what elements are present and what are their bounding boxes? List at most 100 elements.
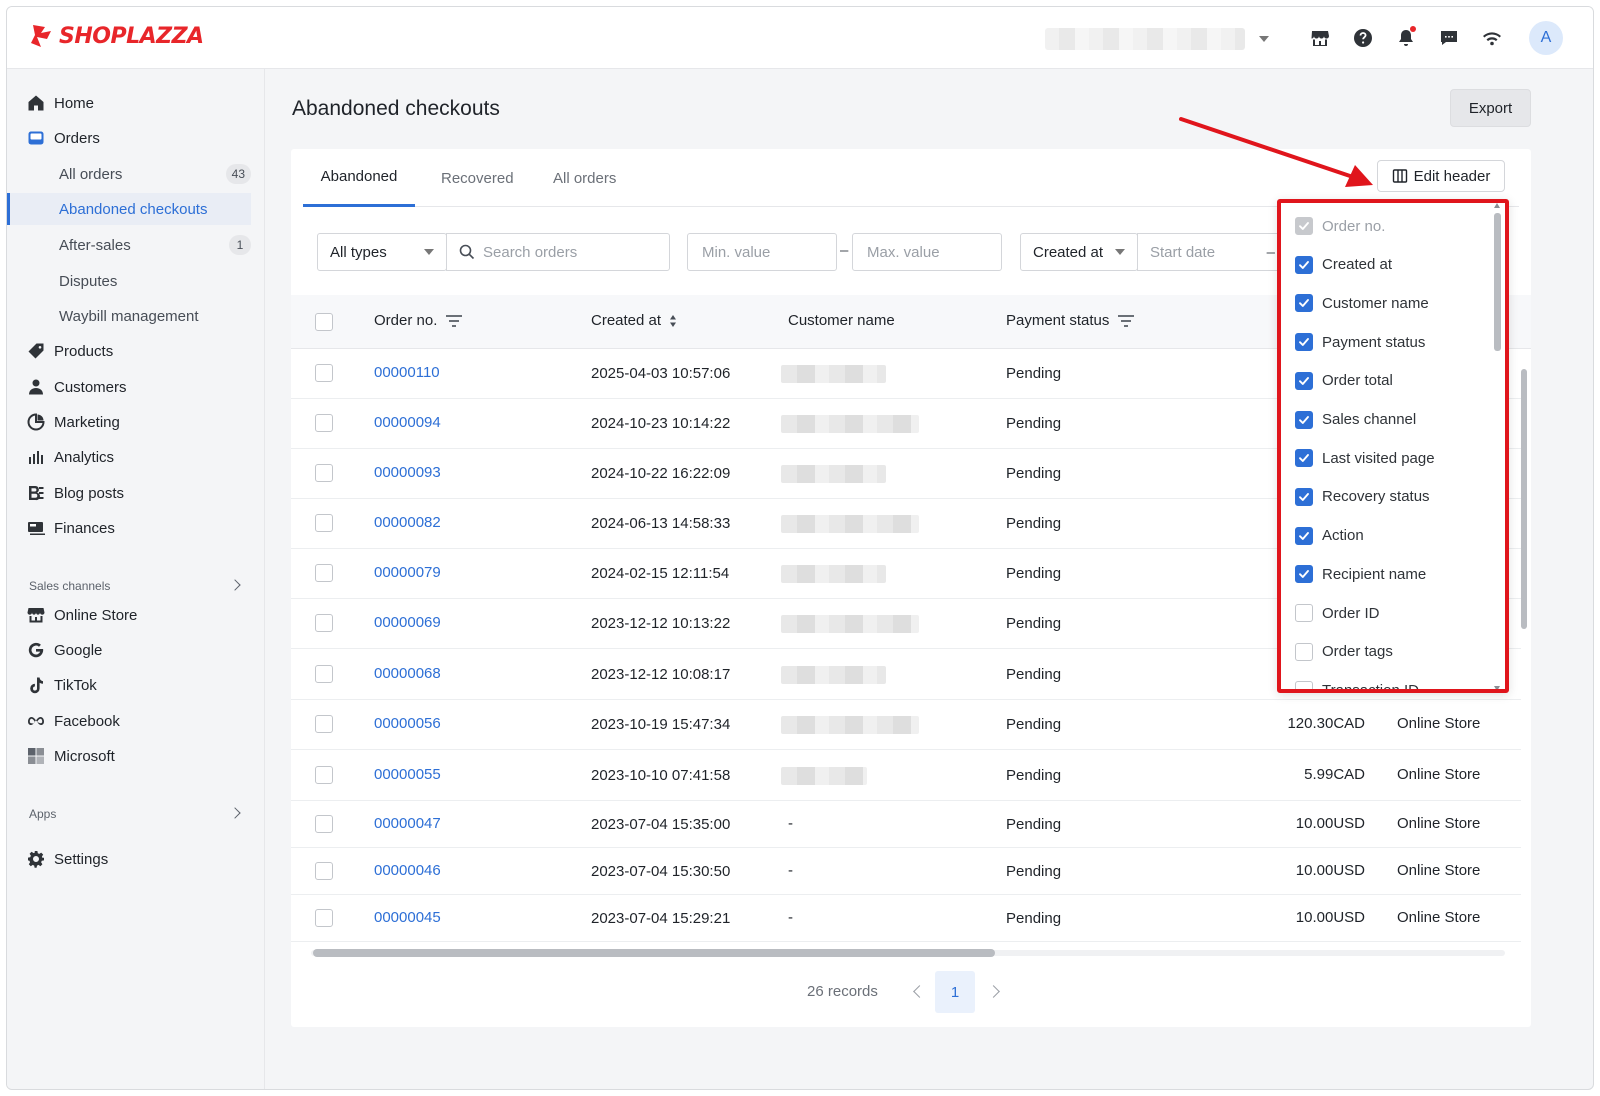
chevron-right-icon[interactable] [987,985,1000,998]
table-row[interactable]: 00000047 2023-07-04 15:35:00 - Pending 10.00… [291,801,1521,848]
row-checkbox[interactable] [315,614,333,632]
row-checkbox[interactable] [315,564,333,582]
page-1-button[interactable]: 1 [935,971,975,1013]
column-option[interactable]: Customer name [1295,292,1429,314]
sidebar-item-tiktok[interactable]: TikTok [7,669,265,701]
row-checkbox[interactable] [315,815,333,833]
column-option-checkbox[interactable] [1295,294,1313,313]
row-checkbox[interactable] [315,464,333,482]
search-input[interactable]: Search orders [446,233,670,271]
order-number-link[interactable]: 00000045 [374,909,441,926]
order-number-link[interactable]: 00000047 [374,815,441,832]
store-icon[interactable] [1307,25,1333,51]
filter-icon[interactable] [1117,314,1135,328]
sidebar-subitem-after-sales[interactable]: After-sales 1 [7,229,265,261]
row-checkbox[interactable] [315,364,333,382]
date-field-select[interactable]: Created at [1020,233,1138,271]
sort-icon[interactable] [669,314,677,328]
row-checkbox[interactable] [315,414,333,432]
row-checkbox[interactable] [315,514,333,532]
row-checkbox[interactable] [315,909,333,927]
column-option-checkbox[interactable] [1295,410,1313,429]
avatar[interactable]: A [1529,21,1563,55]
sidebar-item-analytics[interactable]: Analytics [7,441,265,473]
start-date-input[interactable]: Start date – [1137,233,1277,271]
scroll-thumb[interactable] [1521,369,1527,629]
column-option-checkbox[interactable] [1295,642,1313,661]
column-option[interactable]: Last visited page [1295,447,1435,469]
sidebar-item-marketing[interactable]: Marketing [7,406,265,438]
sidebar-item-home[interactable]: Home [7,87,265,119]
sidebar-item-google[interactable]: Google [7,634,265,666]
help-icon[interactable] [1350,25,1376,51]
sidebar-item-customers[interactable]: Customers [7,371,265,403]
sidebar-subitem-all-orders[interactable]: All orders 43 [7,158,265,190]
sidebar-subitem-disputes[interactable]: Disputes [7,265,265,297]
column-header-order-no[interactable]: Order no. [374,312,463,329]
sidebar-item-products[interactable]: Products [7,335,265,367]
column-option-checkbox[interactable] [1295,371,1313,390]
sidebar-item-blog-posts[interactable]: Blog posts [7,477,265,509]
filter-icon[interactable] [445,314,463,328]
sidebar-item-microsoft[interactable]: Microsoft [7,740,265,772]
min-value-input[interactable]: Min. value [687,233,837,271]
column-option-checkbox[interactable] [1295,604,1313,622]
sidebar-subitem-abandoned-checkouts[interactable]: Abandoned checkouts [7,193,251,225]
order-number-link[interactable]: 00000068 [374,665,441,682]
bell-icon[interactable] [1393,25,1419,51]
sidebar-item-facebook[interactable]: Facebook [7,705,265,737]
table-row[interactable]: 00000045 2023-07-04 15:29:21 - Pending 10.00… [291,895,1521,942]
sidebar-item-settings[interactable]: Settings [7,843,265,875]
column-option[interactable]: Created at [1295,254,1392,276]
order-number-link[interactable]: 00000046 [374,862,441,879]
panel-scrollbar[interactable] [1494,203,1501,689]
store-selector[interactable] [1045,27,1277,51]
scroll-up-icon[interactable] [1494,203,1500,208]
order-number-link[interactable]: 00000094 [374,414,441,431]
order-number-link[interactable]: 00000110 [374,364,440,381]
column-option-checkbox[interactable] [1295,526,1313,545]
table-row[interactable]: 00000056 2023-10-19 15:47:34 Pending 120.30… [291,700,1521,750]
wifi-icon[interactable] [1479,25,1505,51]
table-row[interactable]: 00000055 2023-10-10 07:41:58 Pending 5.99CA… [291,750,1521,801]
order-number-link[interactable]: 00000069 [374,614,441,631]
order-number-link[interactable]: 00000056 [374,715,441,732]
column-header-created-at[interactable]: Created at [591,312,677,329]
vertical-scrollbar[interactable] [1519,349,1529,945]
tab-recovered[interactable]: Recovered [441,149,514,207]
edit-header-button[interactable]: Edit header [1377,160,1505,192]
sidebar-item-orders[interactable]: Orders [7,122,265,154]
chat-icon[interactable] [1436,25,1462,51]
horizontal-scrollbar[interactable] [303,949,1513,957]
column-option-checkbox[interactable] [1295,255,1313,274]
order-number-link[interactable]: 00000055 [374,766,441,783]
scroll-thumb[interactable] [313,949,995,957]
row-checkbox[interactable] [315,766,333,784]
column-option[interactable]: Sales channel [1295,409,1416,431]
row-checkbox[interactable] [315,715,333,733]
column-option[interactable]: Action [1295,525,1364,547]
table-row[interactable]: 00000046 2023-07-04 15:30:50 - Pending 10.00… [291,848,1521,895]
scroll-thumb[interactable] [1494,213,1501,351]
tab-abandoned[interactable]: Abandoned [303,149,415,207]
column-option-checkbox[interactable] [1295,449,1313,468]
chevron-left-icon[interactable] [913,985,926,998]
export-button[interactable]: Export [1450,89,1531,127]
column-option-checkbox[interactable] [1295,565,1313,584]
brand-logo[interactable]: SHOPLAZZA [29,23,204,49]
column-option[interactable]: Recipient name [1295,563,1426,585]
scroll-down-icon[interactable] [1494,686,1500,689]
column-header-payment-status[interactable]: Payment status [1006,312,1135,329]
type-select[interactable]: All types [317,233,447,271]
column-option[interactable]: Transaction ID [1295,679,1419,689]
column-option[interactable]: Payment status [1295,331,1425,353]
column-option-checkbox[interactable] [1295,333,1313,352]
chevron-right-icon[interactable] [229,807,241,819]
select-all-checkbox[interactable] [315,313,333,331]
tab-all-orders[interactable]: All orders [553,149,616,207]
sidebar-subitem-waybill-management[interactable]: Waybill management [7,300,265,332]
column-option-checkbox[interactable] [1295,487,1313,506]
column-option[interactable]: Order ID [1295,602,1380,624]
chevron-right-icon[interactable] [229,579,241,591]
column-option[interactable]: Order tags [1295,641,1393,663]
